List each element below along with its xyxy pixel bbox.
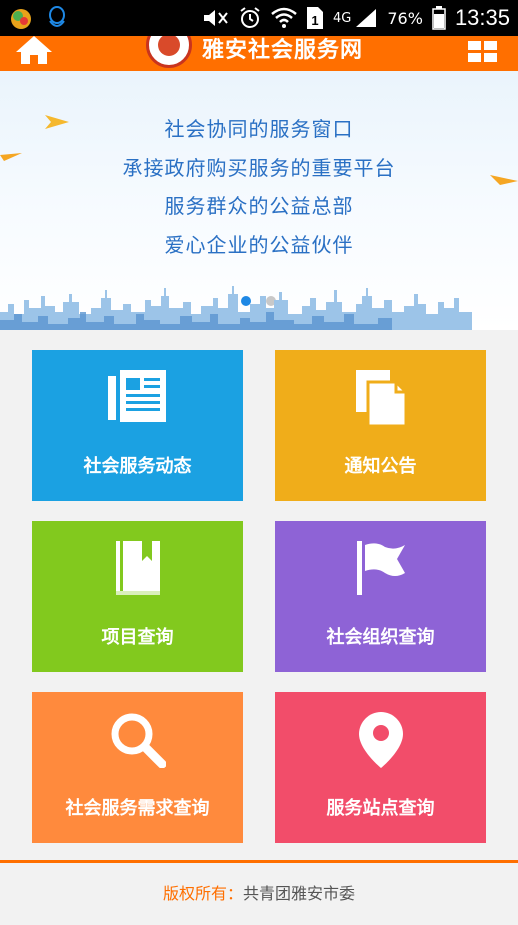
battery-icon [432,6,446,30]
slogan-line: 爱心企业的公益伙伴 [164,233,354,257]
network-type: 4G [333,10,352,26]
news-icon [107,370,166,422]
clock: 13:35 [454,5,510,30]
battery-percent: 76% [387,8,423,28]
app-notification-icon [11,9,31,29]
status-bar-left [8,4,68,32]
tile-social-org-search[interactable]: 社会组织查询 [275,521,486,672]
tile-service-site-search[interactable]: 服务站点查询 [275,692,486,843]
status-bar-right: 1 4G 76% 13:35 [201,0,510,36]
svg-text:1: 1 [311,13,318,28]
wifi-icon [271,7,297,28]
app-header: 雅安社会服务网 [0,36,518,71]
banner-carousel[interactable]: 社会协同的服务窗口 承接政府购买服务的重要平台 服务群众的公益总部 爱心企业的公… [0,71,518,330]
site-logo [146,36,192,68]
tile-label: 社会组织查询 [326,627,435,648]
tile-label: 项目查询 [101,627,174,648]
site-title: 雅安社会服务网 [202,38,364,63]
copyright-owner: 共青团雅安市委 [243,884,356,903]
signal-icon [356,9,377,27]
tile-service-demand-search[interactable]: 社会服务需求查询 [32,692,243,843]
sim-card-icon: 1 [307,7,324,29]
tile-label: 社会服务动态 [83,456,192,477]
mute-icon [204,10,228,26]
qq-icon [49,6,65,27]
status-bar: 1 4G 76% 13:35 [0,0,518,36]
home-icon[interactable] [14,36,54,68]
tile-notices[interactable]: 通知公告 [275,350,486,501]
slogan-line: 服务群众的公益总部 [164,194,354,218]
tile-label: 社会服务需求查询 [65,798,210,819]
copyright-label: 版权所有： [162,884,243,903]
slogan-line: 社会协同的服务窗口 [164,117,354,141]
tile-label: 服务站点查询 [326,798,435,819]
slogan-line: 承接政府购买服务的重要平台 [122,156,396,180]
city-skyline-image [0,286,472,330]
location-pin-icon [358,712,403,768]
book-icon [115,541,160,595]
footer: 版权所有：共青团雅安市委 [0,863,518,920]
flag-icon [356,541,405,595]
tile-social-service-news[interactable]: 社会服务动态 [32,350,243,501]
documents-icon [355,370,406,426]
alarm-icon [240,7,260,28]
search-icon [111,713,166,768]
menu-grid-icon[interactable] [468,41,498,63]
tile-project-search[interactable]: 项目查询 [32,521,243,672]
tile-label: 通知公告 [344,456,417,477]
